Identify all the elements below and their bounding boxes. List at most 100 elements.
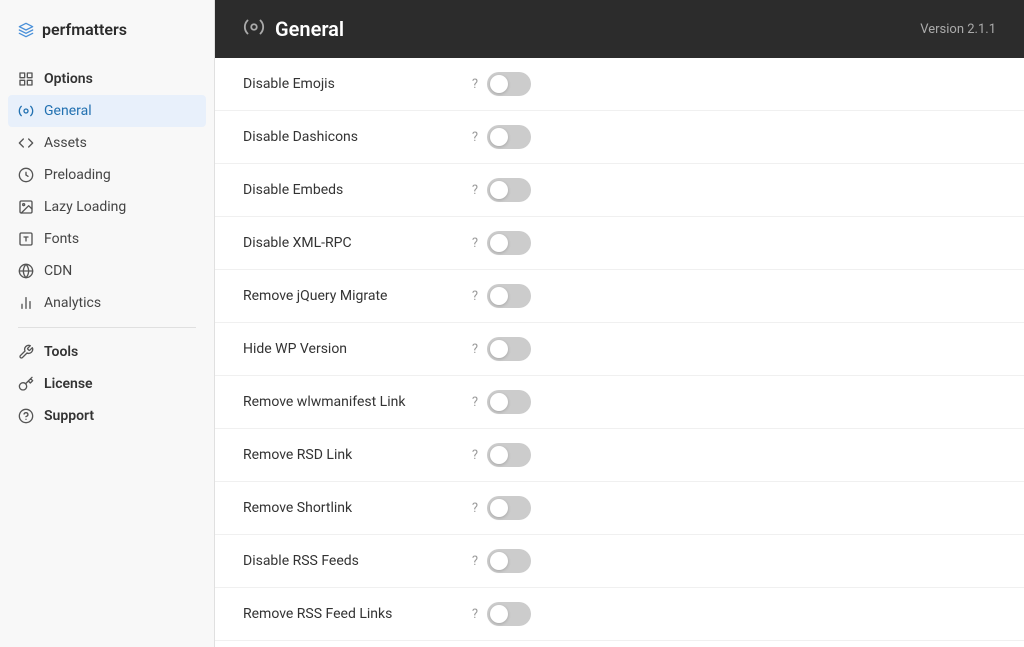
- setting-label-remove-shortlink: Remove Shortlink: [243, 500, 463, 516]
- help-icon-hide-wp-version[interactable]: ?: [463, 342, 487, 357]
- sidebar-item-license[interactable]: License: [0, 368, 214, 400]
- settings-content: Disable Emojis?Disable Dashicons?Disable…: [215, 58, 1024, 647]
- cdn-label: CDN: [44, 263, 72, 279]
- sidebar-logo: perfmatters: [0, 20, 214, 63]
- toggle-disable-dashicons[interactable]: [487, 125, 531, 149]
- settings-container: Disable Emojis?Disable Dashicons?Disable…: [215, 58, 1024, 647]
- setting-label-disable-emojis: Disable Emojis: [243, 76, 463, 92]
- analytics-icon: [18, 295, 34, 311]
- support-label: Support: [44, 408, 94, 424]
- license-label: License: [44, 376, 93, 392]
- toggle-remove-shortlink[interactable]: [487, 496, 531, 520]
- sidebar-item-analytics[interactable]: Analytics: [0, 287, 214, 319]
- tools-label: Tools: [44, 344, 78, 360]
- main-content-area: General Version 2.1.1 Disable Emojis?Dis…: [215, 0, 1024, 647]
- settings-row-remove-rsd-link: Remove RSD Link?: [215, 429, 1024, 482]
- setting-label-remove-rss-feed-links: Remove RSS Feed Links: [243, 606, 463, 622]
- tools-icon: [18, 344, 34, 360]
- help-icon-remove-rsd-link[interactable]: ?: [463, 448, 487, 463]
- logo-text: perfmatters: [42, 20, 127, 39]
- setting-label-disable-dashicons: Disable Dashicons: [243, 129, 463, 145]
- fonts-icon: [18, 231, 34, 247]
- help-icon-disable-xml-rpc[interactable]: ?: [463, 236, 487, 251]
- help-icon-disable-rss-feeds[interactable]: ?: [463, 554, 487, 569]
- toggle-slider-remove-rsd-link: [487, 443, 531, 467]
- help-icon-disable-dashicons[interactable]: ?: [463, 130, 487, 145]
- sidebar-item-preloading[interactable]: Preloading: [0, 159, 214, 191]
- lazy-loading-label: Lazy Loading: [44, 199, 126, 215]
- toggle-slider-disable-xml-rpc: [487, 231, 531, 255]
- settings-row-disable-dashicons: Disable Dashicons?: [215, 111, 1024, 164]
- page-title: General: [275, 17, 344, 41]
- lazy-loading-icon: [18, 199, 34, 215]
- toggle-slider-remove-shortlink: [487, 496, 531, 520]
- header-left: General: [243, 16, 344, 42]
- options-label: Options: [44, 71, 93, 87]
- toggle-remove-rss-feed-links[interactable]: [487, 602, 531, 626]
- toggle-slider-remove-wlwmanifest-link: [487, 390, 531, 414]
- sidebar-item-general[interactable]: General: [8, 95, 206, 127]
- settings-row-disable-self-pingbacks: Disable Self Pingbacks?: [215, 641, 1024, 647]
- toggle-remove-jquery-migrate[interactable]: [487, 284, 531, 308]
- toggle-disable-embeds[interactable]: [487, 178, 531, 202]
- setting-label-hide-wp-version: Hide WP Version: [243, 341, 463, 357]
- setting-label-remove-wlwmanifest-link: Remove wlwmanifest Link: [243, 394, 463, 410]
- header-icon: [243, 16, 265, 42]
- assets-label: Assets: [44, 135, 87, 151]
- version-label: Version 2.1.1: [920, 22, 996, 37]
- toggle-slider-remove-rss-feed-links: [487, 602, 531, 626]
- help-icon-remove-shortlink[interactable]: ?: [463, 501, 487, 516]
- toggle-slider-disable-dashicons: [487, 125, 531, 149]
- help-icon-disable-embeds[interactable]: ?: [463, 183, 487, 198]
- toggle-remove-wlwmanifest-link[interactable]: [487, 390, 531, 414]
- assets-icon: [18, 135, 34, 151]
- sidebar-item-cdn[interactable]: CDN: [0, 255, 214, 287]
- toggle-disable-xml-rpc[interactable]: [487, 231, 531, 255]
- toggle-hide-wp-version[interactable]: [487, 337, 531, 361]
- license-icon: [18, 376, 34, 392]
- settings-row-disable-emojis: Disable Emojis?: [215, 58, 1024, 111]
- analytics-label: Analytics: [44, 295, 101, 311]
- settings-row-disable-embeds: Disable Embeds?: [215, 164, 1024, 217]
- sidebar-item-assets[interactable]: Assets: [0, 127, 214, 159]
- options-icon: [18, 71, 34, 87]
- toggle-slider-remove-jquery-migrate: [487, 284, 531, 308]
- toggle-disable-rss-feeds[interactable]: [487, 549, 531, 573]
- sidebar-item-fonts[interactable]: Fonts: [0, 223, 214, 255]
- settings-row-remove-rss-feed-links: Remove RSS Feed Links?: [215, 588, 1024, 641]
- setting-label-disable-xml-rpc: Disable XML-RPC: [243, 235, 463, 251]
- toggle-disable-emojis[interactable]: [487, 72, 531, 96]
- toggle-slider-disable-embeds: [487, 178, 531, 202]
- settings-row-hide-wp-version: Hide WP Version?: [215, 323, 1024, 376]
- general-label: General: [44, 103, 92, 119]
- sidebar-item-lazy-loading[interactable]: Lazy Loading: [0, 191, 214, 223]
- preloading-icon: [18, 167, 34, 183]
- toggle-slider-hide-wp-version: [487, 337, 531, 361]
- fonts-label: Fonts: [44, 231, 79, 247]
- help-icon-remove-jquery-migrate[interactable]: ?: [463, 289, 487, 304]
- help-icon-remove-rss-feed-links[interactable]: ?: [463, 607, 487, 622]
- sidebar-item-support[interactable]: Support: [0, 400, 214, 432]
- setting-label-disable-rss-feeds: Disable RSS Feeds: [243, 553, 463, 569]
- general-icon: [18, 103, 34, 119]
- support-icon: [18, 408, 34, 424]
- settings-row-disable-rss-feeds: Disable RSS Feeds?: [215, 535, 1024, 588]
- setting-label-remove-rsd-link: Remove RSD Link: [243, 447, 463, 463]
- setting-label-disable-embeds: Disable Embeds: [243, 182, 463, 198]
- cdn-icon: [18, 263, 34, 279]
- sidebar: perfmatters Options General: [0, 0, 215, 647]
- logo-icon: [18, 22, 34, 38]
- main-header: General Version 2.1.1: [215, 0, 1024, 58]
- help-icon-remove-wlwmanifest-link[interactable]: ?: [463, 395, 487, 410]
- sidebar-item-tools[interactable]: Tools: [0, 336, 214, 368]
- toggle-remove-rsd-link[interactable]: [487, 443, 531, 467]
- preloading-label: Preloading: [44, 167, 111, 183]
- settings-row-remove-jquery-migrate: Remove jQuery Migrate?: [215, 270, 1024, 323]
- toggle-slider-disable-rss-feeds: [487, 549, 531, 573]
- settings-row-remove-shortlink: Remove Shortlink?: [215, 482, 1024, 535]
- settings-row-disable-xml-rpc: Disable XML-RPC?: [215, 217, 1024, 270]
- setting-label-remove-jquery-migrate: Remove jQuery Migrate: [243, 288, 463, 304]
- sidebar-section-options[interactable]: Options: [0, 63, 214, 95]
- toggle-slider-disable-emojis: [487, 72, 531, 96]
- help-icon-disable-emojis[interactable]: ?: [463, 77, 487, 92]
